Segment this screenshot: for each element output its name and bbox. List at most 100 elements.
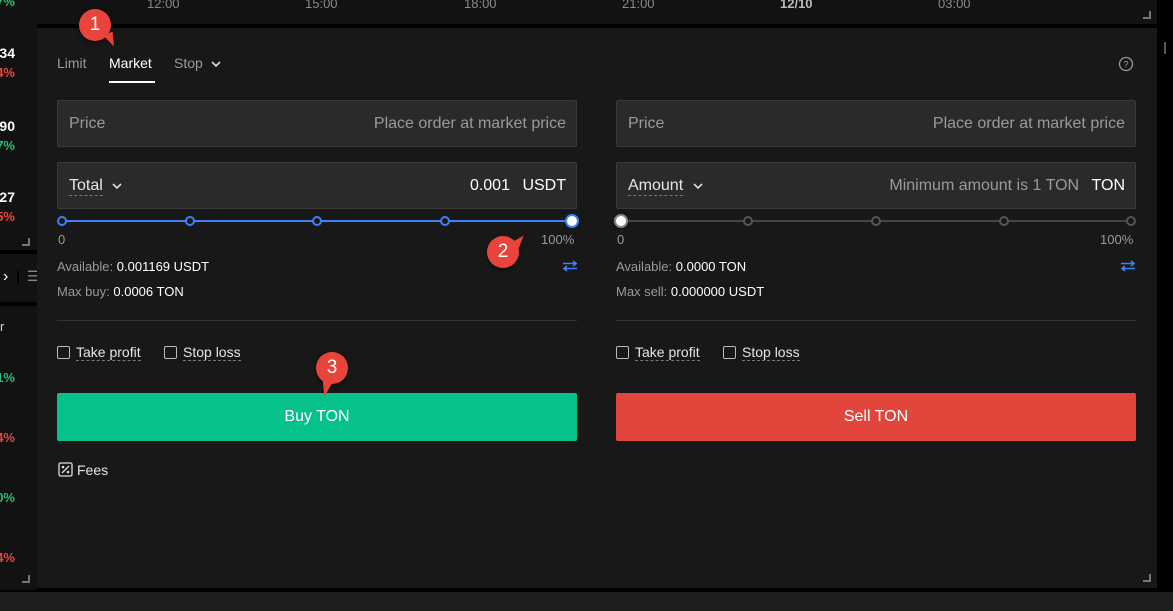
order-entry-panel: Limit Market Stop ? Price Place order at…: [37, 28, 1157, 588]
buy-price-label: Price: [69, 115, 106, 132]
bottom-status-bar: [0, 592, 1173, 611]
resize-handle-icon[interactable]: [1143, 11, 1151, 19]
market-list-panel: 7% 34 4% 90 7% 27 5% › ☰ r 1% 4% 0% 4%: [0, 0, 40, 590]
divider: [57, 320, 577, 321]
slider-min-label: 0: [617, 232, 625, 247]
divider: [0, 302, 37, 306]
sell-price-placeholder: Place order at market price: [932, 115, 1125, 132]
amount-value-group: Minimum amount is 1 TON TON: [889, 177, 1125, 195]
slider-step[interactable]: [1126, 216, 1136, 226]
swap-arrows-icon[interactable]: [562, 260, 578, 272]
max-sell-label: Max sell:: [616, 284, 668, 299]
help-circle-icon[interactable]: ?: [1118, 56, 1134, 72]
scrollbar-grip[interactable]: [1164, 42, 1166, 54]
resize-handle-icon[interactable]: [22, 238, 30, 246]
chevron-down-icon: [112, 183, 122, 190]
sell-max: Max sell: 0.000000 USDT: [616, 284, 764, 299]
buy-available: Available: 0.001169 USDT: [57, 259, 209, 274]
fees-link[interactable]: Fees: [58, 462, 108, 478]
divider: [0, 250, 37, 254]
slider-step[interactable]: [185, 216, 195, 226]
buy-total-value: 0.001: [469, 177, 510, 194]
slider-max-label: 100%: [1100, 232, 1134, 247]
time-tick: 03:00: [938, 0, 971, 11]
slider-step[interactable]: [440, 216, 450, 226]
slider-step[interactable]: [999, 216, 1009, 226]
time-tick: 12:00: [147, 0, 180, 11]
slider-max-label: 100%: [541, 232, 575, 247]
available-value: 0.001169 USDT: [116, 259, 210, 274]
percent-icon: [58, 462, 73, 477]
slider-step[interactable]: [312, 216, 322, 226]
resize-handle-icon[interactable]: [22, 575, 30, 583]
sell-amount-unit: TON: [1091, 177, 1125, 194]
change-percent: 5%: [0, 209, 15, 224]
take-profit-label[interactable]: Take profit: [76, 344, 141, 361]
buy-button[interactable]: Buy TON: [57, 393, 577, 441]
buy-price-field[interactable]: Price Place order at market price: [57, 100, 577, 147]
chevron-down-icon: [693, 183, 703, 190]
buy-total-field[interactable]: Total 0.001 USDT: [57, 162, 577, 209]
change-percent: 4%: [0, 550, 15, 565]
stop-loss-label[interactable]: Stop loss: [183, 344, 241, 361]
slider-handle[interactable]: [614, 214, 628, 228]
fees-label: Fees: [77, 462, 109, 478]
stop-loss-checkbox[interactable]: [164, 346, 177, 359]
expand-arrow-icon[interactable]: ›: [3, 268, 8, 286]
total-value-group: 0.001 USDT: [470, 177, 566, 195]
total-label: Total: [69, 177, 103, 196]
max-sell-value: 0.000000 USDT: [670, 284, 765, 299]
change-percent: 7%: [0, 0, 15, 9]
tab-limit[interactable]: Limit: [57, 55, 87, 71]
divider: [17, 271, 19, 283]
right-edge: [1157, 0, 1173, 590]
time-tick: 12/10: [780, 0, 813, 11]
max-buy-label: Max buy:: [57, 284, 110, 299]
buy-price-placeholder: Place order at market price: [373, 115, 566, 132]
buy-total-unit: USDT: [522, 177, 566, 194]
take-profit-checkbox[interactable]: [616, 346, 629, 359]
price-value: 90: [0, 118, 15, 134]
time-tick: 21:00: [622, 0, 655, 11]
slider-handle[interactable]: [565, 214, 579, 228]
amount-selector[interactable]: Amount: [628, 177, 703, 196]
step-marker: 3: [316, 352, 348, 384]
stop-loss-checkbox[interactable]: [723, 346, 736, 359]
divider: [616, 320, 1136, 321]
time-tick: 15:00: [305, 0, 338, 11]
slider-min-label: 0: [58, 232, 66, 247]
sell-button[interactable]: Sell TON: [616, 393, 1136, 441]
available-label: Available:: [57, 259, 114, 274]
total-selector[interactable]: Total: [69, 177, 122, 196]
max-buy-value: 0.0006 TON: [113, 284, 184, 299]
sell-amount-field[interactable]: Amount Minimum amount is 1 TON TON: [616, 162, 1136, 209]
chevron-down-icon: [211, 61, 221, 68]
time-tick: 18:00: [464, 0, 497, 11]
available-value: 0.0000 TON: [675, 259, 747, 274]
slider-step[interactable]: [743, 216, 753, 226]
buy-max: Max buy: 0.0006 TON: [57, 284, 184, 299]
resize-handle-icon[interactable]: [1143, 574, 1151, 582]
tab-stop[interactable]: Stop: [174, 55, 221, 71]
sell-amount-placeholder: Minimum amount is 1 TON: [889, 177, 1080, 194]
change-percent: 7%: [0, 138, 15, 153]
take-profit-checkbox[interactable]: [57, 346, 70, 359]
column-header: r: [0, 319, 5, 334]
slider-step[interactable]: [871, 216, 881, 226]
change-percent: 4%: [0, 65, 15, 80]
sell-available: Available: 0.0000 TON: [616, 259, 746, 274]
change-percent: 0%: [0, 490, 15, 505]
take-profit-label[interactable]: Take profit: [635, 344, 700, 361]
tab-market[interactable]: Market: [109, 55, 152, 71]
chart-time-axis: 12:00 15:00 18:00 21:00 12/10 03:00: [37, 0, 1157, 24]
sell-price-field[interactable]: Price Place order at market price: [616, 100, 1136, 147]
swap-arrows-icon[interactable]: [1120, 260, 1136, 272]
slider-step[interactable]: [57, 216, 67, 226]
change-percent: 4%: [0, 430, 15, 445]
stop-loss-label[interactable]: Stop loss: [742, 344, 800, 361]
price-value: 27: [0, 189, 15, 205]
active-tab-indicator: [109, 81, 155, 83]
svg-text:?: ?: [1123, 60, 1128, 70]
tab-stop-label: Stop: [174, 55, 203, 71]
change-percent: 1%: [0, 370, 15, 385]
